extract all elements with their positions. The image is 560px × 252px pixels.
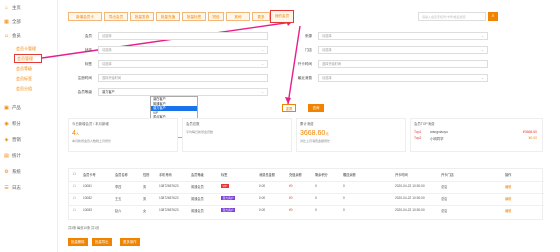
- nav-item-member[interactable]: ☺ 会员: [4, 32, 21, 40]
- grid-icon: ▦: [4, 18, 9, 25]
- nav-item-marketing[interactable]: ◈ 营销: [4, 136, 21, 144]
- sub-item-group[interactable]: 会员分组: [16, 86, 32, 92]
- chevron-down-icon: ⌄: [261, 62, 264, 66]
- edit-link[interactable]: 编辑: [505, 196, 511, 201]
- table-row[interactable]: ☐ 10082 王五 男 13872657623 普通会员 潜力客户 0.00 …: [69, 193, 544, 202]
- chart-icon: ▤: [4, 152, 9, 159]
- stat-card-consume: 累计消费 3668.60元 对比上月消费金额增长: [296, 118, 406, 152]
- form-label-member: 会员: [84, 34, 92, 38]
- nav-item-home[interactable]: ⌂ 主页: [4, 4, 21, 12]
- toolbar: 新增会员卡 导出会员 批量发券 批量充值 批量标签 短信 其他 更多 我的会员 …: [68, 10, 543, 24]
- form-label-register-time: 注册时间: [77, 76, 92, 80]
- member-input[interactable]: 请选择: [98, 32, 268, 40]
- member-table: ☐ 会员卡号 会员名称 性别 手机号码 会员等级 标签 消费总金额 充值余额 剩…: [68, 168, 544, 220]
- edit-link[interactable]: 编辑: [505, 184, 511, 189]
- toolbar-button-other[interactable]: 其他: [226, 12, 250, 21]
- toolbar-button-coupon[interactable]: 批量发券: [130, 12, 154, 21]
- more-actions-button[interactable]: 更多操作: [120, 238, 140, 246]
- toolbar-button-tag[interactable]: 批量标签: [182, 12, 206, 21]
- sub-item-member-manage[interactable]: 会员管理: [14, 54, 42, 63]
- stat-card-total: 会员总数 平均每日新增会员数: [182, 118, 292, 152]
- search-input[interactable]: 请输入会员手机号/卡号/姓名搜索: [418, 12, 486, 21]
- main-content: 新增会员卡 导出会员 批量发券 批量充值 批量标签 短信 其他 更多 我的会员 …: [58, 0, 560, 252]
- nav-item-stats[interactable]: ▤ 统计: [4, 152, 21, 160]
- query-button[interactable]: 查询: [308, 104, 324, 112]
- log-icon: ☰: [4, 184, 9, 191]
- toolbar-button-more[interactable]: 更多: [252, 12, 270, 21]
- form-label-store: 门店: [304, 48, 312, 52]
- home-icon: ⌂: [4, 4, 9, 11]
- edit-link[interactable]: 编辑: [505, 208, 511, 213]
- nav-item-product[interactable]: ▣ 产品: [4, 104, 21, 112]
- toolbar-button-recharge[interactable]: 批量充值: [156, 12, 180, 21]
- top-list-item: Top2 小明同学 ¥0.00: [414, 136, 537, 141]
- row-checkbox[interactable]: ☐: [73, 196, 76, 200]
- box-icon: ▣: [4, 104, 9, 111]
- tag-badge: 潜力客户: [221, 208, 236, 212]
- table-row[interactable]: ☐ 10083 赵六 女 13872657623 普通会员 潜力客户 0.00 …: [69, 205, 544, 214]
- toolbar-button-my-member[interactable]: 我的会员: [270, 10, 294, 23]
- coin-icon: ◉: [4, 120, 9, 127]
- form-label-last-consume: 最近消费: [297, 76, 312, 80]
- form-label-tag: 标签: [84, 62, 92, 66]
- nav-item-points[interactable]: ◉ 积分: [4, 120, 20, 128]
- form-label-open-time: 开卡时间: [297, 62, 312, 66]
- store-select[interactable]: 请选择 ⌄: [318, 46, 488, 54]
- table-row[interactable]: ☐ 10081 李四 男 13872657623 普通会员 VIP 0.00 ¥…: [69, 181, 544, 190]
- toolbar-button-add-card[interactable]: 新增会员卡: [68, 12, 102, 21]
- reset-button[interactable]: 重置: [282, 104, 296, 112]
- batch-export-button[interactable]: 批量导出: [92, 238, 112, 246]
- form-label-source: 来源: [304, 34, 312, 38]
- form-label-status: 状态: [84, 48, 92, 52]
- nav-item-all[interactable]: ▦ 全部: [4, 18, 21, 26]
- toolbar-button-export[interactable]: 导出会员: [104, 12, 128, 21]
- chevron-down-icon: ⌄: [261, 48, 264, 52]
- gear-icon: ⚙: [4, 168, 9, 175]
- row-checkbox[interactable]: ☐: [73, 184, 76, 188]
- sub-item-level[interactable]: 会员等级: [16, 66, 32, 72]
- level-select[interactable]: 潜力客户 ⌄: [98, 88, 268, 96]
- tag-badge: VIP: [221, 184, 229, 188]
- search-button[interactable]: ⌕: [488, 12, 498, 21]
- chevron-down-icon: ⌄: [481, 48, 484, 52]
- sidebar: ⌂ 主页 ▦ 全部 ☺ 会员 会员卡管理 会员管理 会员等级 会员标签 会员分组 ▣ 产…: [0, 0, 58, 252]
- sub-item-tag[interactable]: 会员标签: [16, 76, 32, 82]
- top-list-item: Top1 wangxiaoyu ¥3668.60: [414, 130, 537, 134]
- toolbar-button-sms[interactable]: 短信: [208, 12, 224, 21]
- pagination-summary: 共3条 每页10条 共1页: [68, 226, 100, 230]
- status-select[interactable]: 请选择 ⌄: [98, 46, 268, 54]
- batch-delete-button[interactable]: 批量删除: [68, 238, 88, 246]
- stat-card-top: 会员TOP消费 Top1 wangxiaoyu ¥3668.60 Top2 小明…: [410, 118, 543, 152]
- megaphone-icon: ◈: [4, 136, 9, 143]
- form-label-level: 会员等级: [77, 90, 92, 94]
- source-select[interactable]: 请选择 ⌄: [318, 32, 488, 40]
- chevron-down-icon: ⌄: [481, 76, 484, 80]
- last-consume-select[interactable]: 请选择 ⌄: [318, 74, 488, 82]
- nav-item-system[interactable]: ⚙ 系统: [4, 168, 21, 176]
- user-icon: ☺: [4, 32, 10, 39]
- open-time-input[interactable]: 选择开始时间: [318, 60, 488, 68]
- select-all-checkbox[interactable]: ☐: [73, 172, 76, 176]
- sub-item-card[interactable]: 会员卡管理: [16, 46, 36, 52]
- tag-select[interactable]: 请选择 ⌄: [98, 60, 268, 68]
- row-checkbox[interactable]: ☐: [73, 208, 76, 212]
- chevron-down-icon: ⌄: [261, 90, 264, 94]
- chevron-down-icon: ⌄: [481, 34, 484, 38]
- register-time-input[interactable]: 选择开始时间: [98, 74, 268, 82]
- search-icon: ⌕: [491, 13, 495, 19]
- stat-card-today: 今日新增会员 / 本月新增 4人 本月新增会员人数较上月增长: [68, 118, 178, 152]
- tag-badge: 潜力客户: [221, 196, 236, 200]
- nav-item-log[interactable]: ☰ 日志: [4, 184, 21, 192]
